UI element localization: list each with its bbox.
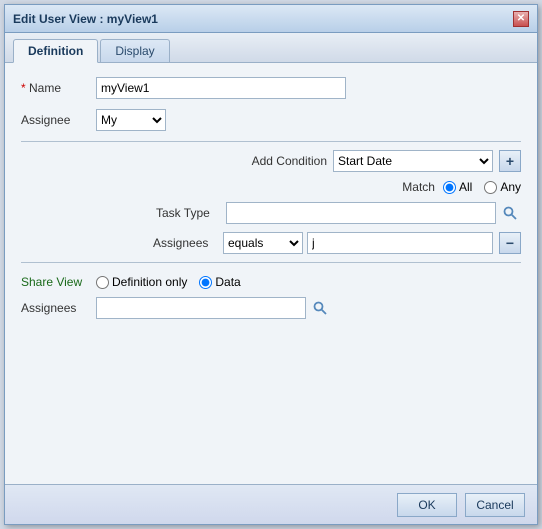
required-star: * <box>21 81 29 95</box>
divider-2 <box>21 262 521 263</box>
match-any-radio[interactable] <box>484 181 497 194</box>
share-view-row: Share View Definition only Data <box>21 275 521 289</box>
dialog-content: * Name Assignee My All User Add Conditio… <box>5 63 537 484</box>
tab-bar: Definition Display <box>5 33 537 63</box>
definition-only-radio[interactable] <box>96 276 109 289</box>
tab-display[interactable]: Display <box>100 39 169 62</box>
match-all-radio[interactable] <box>443 181 456 194</box>
title-bar: Edit User View : myView1 ✕ <box>5 5 537 33</box>
share-assignees-row: Assignees <box>21 297 521 319</box>
add-condition-row: Add Condition Start Date End Date Priori… <box>21 150 521 172</box>
match-all-label: All <box>459 180 472 194</box>
edit-user-view-dialog: Edit User View : myView1 ✕ Definition Di… <box>4 4 538 525</box>
spacer <box>21 319 521 399</box>
assignees-label: Assignees <box>153 236 223 250</box>
definition-only-option[interactable]: Definition only <box>96 275 187 289</box>
match-radio-group: All Any <box>443 180 521 194</box>
data-option[interactable]: Data <box>199 275 240 289</box>
assignees-row: Assignees equals not equals contains − <box>21 232 521 254</box>
assignee-label: Assignee <box>21 113 96 127</box>
search-icon-2 <box>313 301 327 315</box>
cancel-button[interactable]: Cancel <box>465 493 525 517</box>
share-view-section: Share View Definition only Data Assignee… <box>21 275 521 319</box>
ok-button[interactable]: OK <box>397 493 457 517</box>
name-label: * Name <box>21 81 96 95</box>
share-assignees-input[interactable] <box>96 297 306 319</box>
add-condition-button[interactable]: + <box>499 150 521 172</box>
match-row: Match All Any <box>21 180 521 194</box>
footer: OK Cancel <box>5 484 537 524</box>
search-icon <box>503 206 517 220</box>
data-radio[interactable] <box>199 276 212 289</box>
match-any-option[interactable]: Any <box>484 180 521 194</box>
name-row: * Name <box>21 77 521 99</box>
add-condition-label: Add Condition <box>252 154 327 168</box>
task-type-search-button[interactable] <box>499 202 521 224</box>
equals-select[interactable]: equals not equals contains <box>223 232 303 254</box>
share-assignees-search-button[interactable] <box>309 297 331 319</box>
dialog-title: Edit User View : myView1 <box>13 12 158 26</box>
share-view-label: Share View <box>21 275 96 289</box>
name-input[interactable] <box>96 77 346 99</box>
divider <box>21 141 521 142</box>
assignees-input[interactable] <box>307 232 493 254</box>
match-label: Match <box>402 180 435 194</box>
definition-only-label: Definition only <box>112 275 187 289</box>
remove-condition-button[interactable]: − <box>499 232 521 254</box>
assignee-row: Assignee My All User <box>21 109 521 131</box>
assignee-select[interactable]: My All User <box>96 109 166 131</box>
task-type-label: Task Type <box>156 206 226 220</box>
share-assignees-label: Assignees <box>21 301 96 315</box>
condition-select[interactable]: Start Date End Date Priority Status <box>333 150 493 172</box>
task-type-input[interactable] <box>226 202 496 224</box>
match-any-label: Any <box>500 180 521 194</box>
match-all-option[interactable]: All <box>443 180 472 194</box>
data-label: Data <box>215 275 240 289</box>
close-button[interactable]: ✕ <box>513 11 529 27</box>
share-view-radio-group: Definition only Data <box>96 275 241 289</box>
tab-definition[interactable]: Definition <box>13 39 98 63</box>
task-type-row: Task Type <box>21 202 521 224</box>
